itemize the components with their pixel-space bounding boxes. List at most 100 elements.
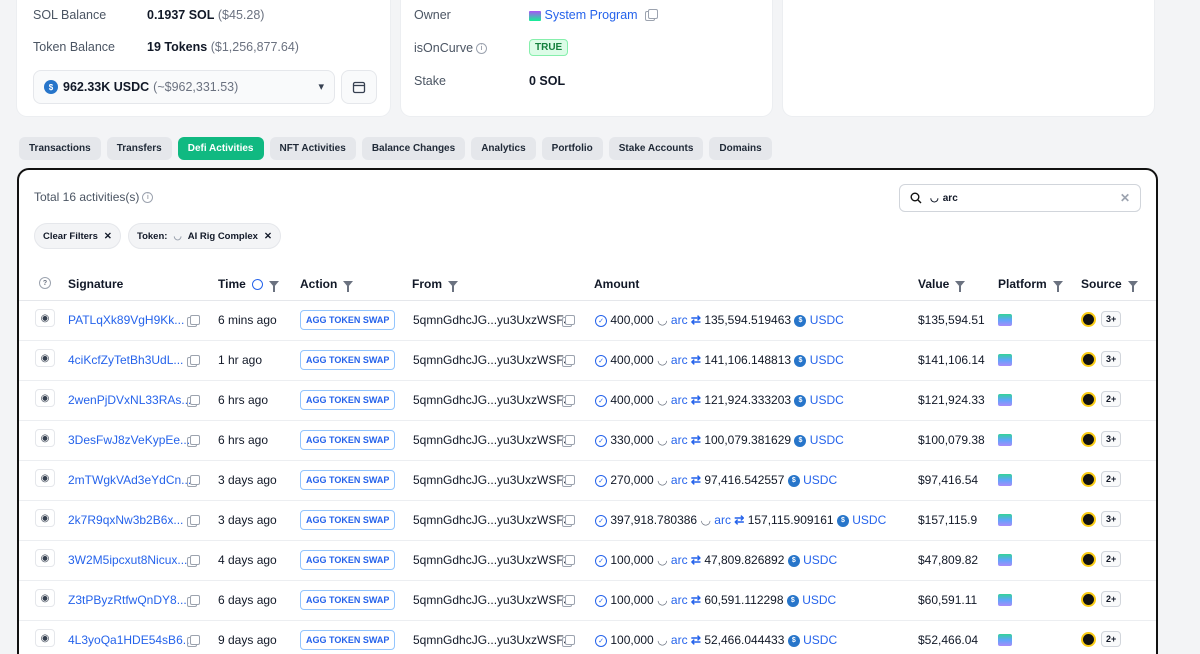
from-address[interactable]: 5qmnGdhcJG...yu3UxzWSFJ [413, 393, 570, 407]
copy-icon[interactable] [562, 555, 575, 567]
copy-icon[interactable] [187, 475, 200, 487]
token-link[interactable]: arc [671, 313, 688, 327]
source-count-badge[interactable]: 3+ [1101, 431, 1122, 447]
col-time[interactable]: Time [218, 277, 279, 292]
from-address[interactable]: 5qmnGdhcJG...yu3UxzWSFJ [413, 553, 570, 567]
view-button[interactable]: ◉ [35, 509, 55, 527]
close-icon[interactable]: ✕ [264, 231, 272, 242]
signature-link[interactable]: 3W2M5ipcxut8Nicux... [68, 553, 187, 567]
jupiter-platform-icon[interactable] [998, 554, 1012, 566]
view-button[interactable]: ◉ [35, 309, 55, 327]
token-link[interactable]: USDC [810, 433, 844, 447]
copy-icon[interactable] [562, 355, 575, 367]
from-address[interactable]: 5qmnGdhcJG...yu3UxzWSFJ [413, 593, 570, 607]
token-link[interactable]: USDC [852, 513, 886, 527]
filter-icon[interactable] [1052, 281, 1063, 292]
token-link[interactable]: arc [671, 473, 688, 487]
from-address[interactable]: 5qmnGdhcJG...yu3UxzWSFJ [413, 313, 570, 327]
token-link[interactable]: USDC [810, 313, 844, 327]
from-address[interactable]: 5qmnGdhcJG...yu3UxzWSFJ [413, 633, 570, 647]
from-address[interactable]: 5qmnGdhcJG...yu3UxzWSFJ [413, 353, 570, 367]
view-button[interactable]: ◉ [35, 429, 55, 447]
source-icon[interactable] [1081, 592, 1096, 607]
token-link[interactable]: arc [671, 433, 688, 447]
copy-icon[interactable] [562, 315, 575, 327]
view-button[interactable]: ◉ [35, 389, 55, 407]
filter-icon[interactable] [268, 281, 279, 292]
token-filter-chip[interactable]: Token: ◡ AI Rig Complex ✕ [128, 223, 281, 249]
col-source[interactable]: Source [1081, 277, 1138, 292]
copy-icon[interactable] [187, 635, 200, 647]
signature-link[interactable]: 2wenPjDVxNL33RAs... [68, 393, 191, 407]
filter-icon[interactable] [955, 281, 966, 292]
signature-link[interactable]: 3DesFwJ8zVeKypEe... [68, 433, 190, 447]
token-link[interactable]: arc [671, 393, 688, 407]
copy-icon[interactable] [562, 635, 575, 647]
clear-filters-button[interactable]: Clear Filters ✕ [34, 223, 121, 249]
filter-icon[interactable] [1127, 281, 1138, 292]
col-value[interactable]: Value [918, 277, 966, 292]
token-link[interactable]: arc [671, 593, 688, 607]
token-link[interactable]: arc [671, 353, 688, 367]
source-count-badge[interactable]: 2+ [1101, 591, 1122, 607]
tab-portfolio[interactable]: Portfolio [541, 137, 603, 160]
filter-icon[interactable] [448, 281, 458, 292]
tab-transfers[interactable]: Transfers [106, 137, 172, 160]
jupiter-platform-icon[interactable] [998, 634, 1012, 646]
source-icon[interactable] [1081, 432, 1096, 447]
copy-icon[interactable] [187, 315, 200, 327]
signature-link[interactable]: PATLqXk89VgH9Kk... [68, 313, 184, 327]
tab-stake-accounts[interactable]: Stake Accounts [608, 137, 704, 160]
filter-icon[interactable] [343, 281, 354, 292]
copy-icon[interactable] [187, 555, 200, 567]
tab-analytics[interactable]: Analytics [471, 137, 536, 160]
from-address[interactable]: 5qmnGdhcJG...yu3UxzWSFJ [413, 433, 570, 447]
search-input[interactable]: ◡ arc ✕ [899, 184, 1141, 212]
token-link[interactable]: arc [714, 513, 731, 527]
from-address[interactable]: 5qmnGdhcJG...yu3UxzWSFJ [413, 473, 570, 487]
source-count-badge[interactable]: 2+ [1101, 631, 1122, 647]
source-icon[interactable] [1081, 552, 1096, 567]
signature-link[interactable]: 4ciKcfZyTetBh3UdL... [68, 353, 183, 367]
copy-icon[interactable] [187, 435, 200, 447]
view-button[interactable]: ◉ [35, 629, 55, 647]
source-count-badge[interactable]: 3+ [1101, 511, 1122, 527]
tab-balance-changes[interactable]: Balance Changes [361, 137, 466, 160]
jupiter-platform-icon[interactable] [998, 394, 1012, 406]
jupiter-platform-icon[interactable] [998, 354, 1012, 366]
source-icon[interactable] [1081, 472, 1096, 487]
owner-value[interactable]: System Program [529, 8, 659, 22]
tab-defi-activities[interactable]: Defi Activities [177, 137, 264, 160]
col-platform[interactable]: Platform [998, 277, 1063, 292]
clear-search-icon[interactable]: ✕ [1120, 191, 1130, 205]
token-link[interactable]: USDC [803, 553, 837, 567]
jupiter-platform-icon[interactable] [998, 434, 1012, 446]
source-count-badge[interactable]: 2+ [1101, 551, 1122, 567]
copy-icon[interactable] [187, 355, 200, 367]
tab-transactions[interactable]: Transactions [19, 137, 101, 160]
from-address[interactable]: 5qmnGdhcJG...yu3UxzWSFJ [413, 513, 570, 527]
copy-icon[interactable] [645, 8, 659, 21]
tab-nft-activities[interactable]: NFT Activities [269, 137, 356, 160]
source-icon[interactable] [1081, 352, 1096, 367]
copy-icon[interactable] [562, 595, 575, 607]
view-button[interactable]: ◉ [35, 469, 55, 487]
source-count-badge[interactable]: 2+ [1101, 471, 1122, 487]
source-count-badge[interactable]: 3+ [1101, 311, 1122, 327]
view-button[interactable]: ◉ [35, 589, 55, 607]
token-link[interactable]: arc [671, 553, 688, 567]
copy-icon[interactable] [187, 395, 200, 407]
col-from[interactable]: From [412, 277, 458, 292]
token-link[interactable]: USDC [803, 633, 837, 647]
token-select[interactable]: $ 962.33K USDC (~$962,331.53) ▾ [33, 70, 335, 104]
token-link[interactable]: USDC [810, 353, 844, 367]
source-icon[interactable] [1081, 512, 1096, 527]
source-icon[interactable] [1081, 392, 1096, 407]
jupiter-platform-icon[interactable] [998, 594, 1012, 606]
copy-icon[interactable] [562, 515, 575, 527]
copy-icon[interactable] [562, 475, 575, 487]
source-icon[interactable] [1081, 632, 1096, 647]
source-count-badge[interactable]: 2+ [1101, 391, 1122, 407]
token-link[interactable]: USDC [803, 473, 837, 487]
calendar-button[interactable] [341, 70, 377, 104]
